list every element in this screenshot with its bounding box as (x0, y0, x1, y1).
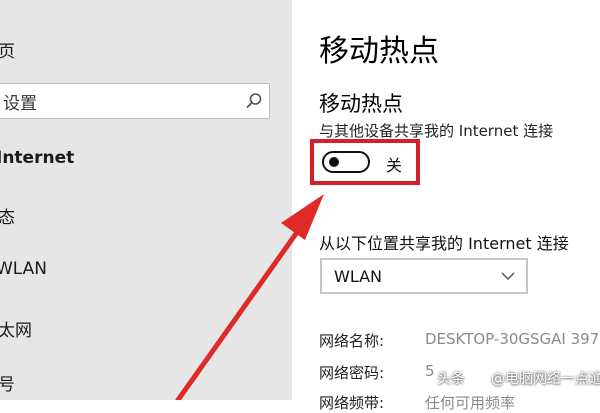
search-icon[interactable] (245, 92, 263, 110)
network-band-value: 任何可用频率 (425, 394, 516, 412)
dropdown-value: WLAN (334, 267, 383, 286)
sidebar-item-dialup[interactable]: 号 (0, 370, 15, 395)
network-name-value: DESKTOP-30GSGAI 397 (425, 330, 600, 348)
sidebar-item-status[interactable]: 态 (0, 203, 15, 228)
search-input[interactable] (0, 84, 233, 118)
network-name-label: 网络名称: (319, 332, 385, 350)
network-band-label: 网络频带: (319, 394, 385, 412)
sidebar-item-wlan[interactable]: WLAN (0, 259, 47, 279)
sidebar-item-home[interactable]: 页 (0, 37, 15, 62)
sidebar-item-internet[interactable]: Internet (0, 148, 74, 168)
hotspot-toggle[interactable] (322, 151, 370, 173)
section-title: 移动热点 (319, 92, 403, 116)
share-from-dropdown[interactable]: WLAN (320, 258, 528, 294)
toggle-knob (329, 157, 339, 167)
settings-sidebar: 页 Internet 态 WLAN 太网 号 (0, 0, 292, 400)
chevron-down-icon (501, 272, 515, 281)
watermark-prefix: 头条 (437, 371, 465, 387)
toggle-state-label: 关 (386, 156, 403, 175)
network-password-label: 网络密码: (319, 364, 385, 382)
network-password-value: 5 (425, 362, 435, 380)
hotspot-page: 移动热点 移动热点 与其他设备共享我的 Internet 连接 关 从以下位置共… (292, 0, 600, 412)
page-title: 移动热点 (319, 34, 439, 69)
search-box[interactable] (0, 83, 270, 119)
sidebar-item-ethernet[interactable]: 太网 (0, 316, 32, 341)
watermark-logo-icon (476, 369, 492, 385)
watermark-name: @电脑网络一点通 (491, 371, 600, 387)
section-description: 与其他设备共享我的 Internet 连接 (319, 122, 554, 140)
share-from-label: 从以下位置共享我的 Internet 连接 (319, 234, 569, 253)
